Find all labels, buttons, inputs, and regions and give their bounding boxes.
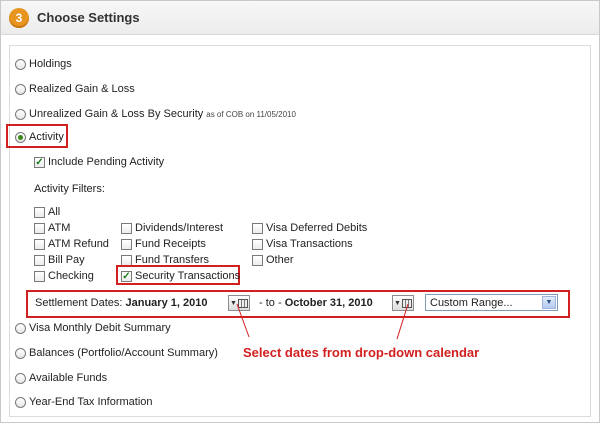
annotation-pointers	[236, 303, 409, 340]
settings-frame: 3 Choose Settings Holdings Realized Gain…	[0, 0, 600, 423]
pointer-line-from	[236, 303, 250, 338]
pointer-line-to	[396, 303, 409, 340]
